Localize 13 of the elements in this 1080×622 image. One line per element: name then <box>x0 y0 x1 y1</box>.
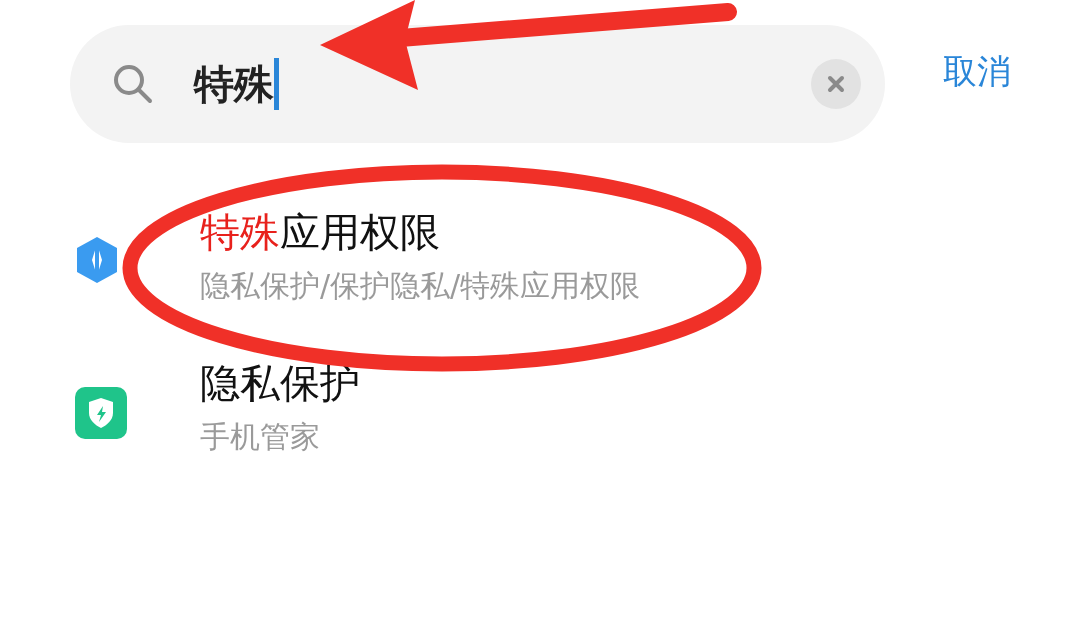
result-title[interactable]: 特殊应用权限 <box>200 208 641 256</box>
cancel-button[interactable]: 取消 <box>943 46 1011 97</box>
shield-icon <box>75 387 127 439</box>
clear-button[interactable] <box>811 59 861 109</box>
result-title[interactable]: 隐私保护 <box>200 359 360 407</box>
result-subtitle: 隐私保护/保护隐私/特殊应用权限 <box>200 268 641 304</box>
result-subtitle: 手机管家 <box>200 419 321 455</box>
search-text: 特殊 <box>194 64 274 104</box>
search-icon <box>112 63 154 105</box>
close-icon <box>827 75 845 93</box>
search-field[interactable]: 特殊 <box>70 25 885 143</box>
hexagon-icon <box>75 236 119 284</box>
text-cursor <box>274 58 279 110</box>
